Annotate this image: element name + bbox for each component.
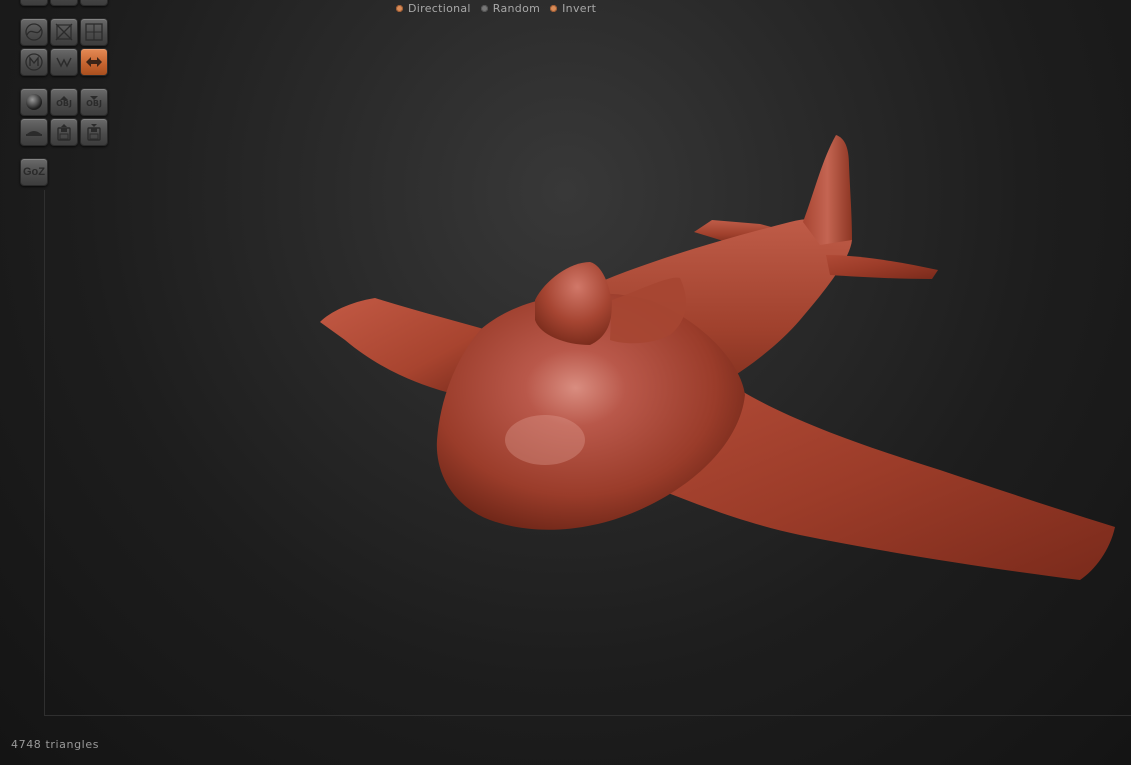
airplane-model[interactable] — [0, 0, 1131, 765]
nose-highlight — [505, 415, 585, 465]
app-window: Directional Random Invert OBJ OBJ GoZ 47… — [0, 0, 1131, 765]
canopy — [535, 262, 612, 345]
tail-fin — [803, 135, 852, 245]
tail-stabilizer-right — [826, 255, 938, 279]
triangle-count-label: 4748 triangles — [11, 738, 100, 751]
